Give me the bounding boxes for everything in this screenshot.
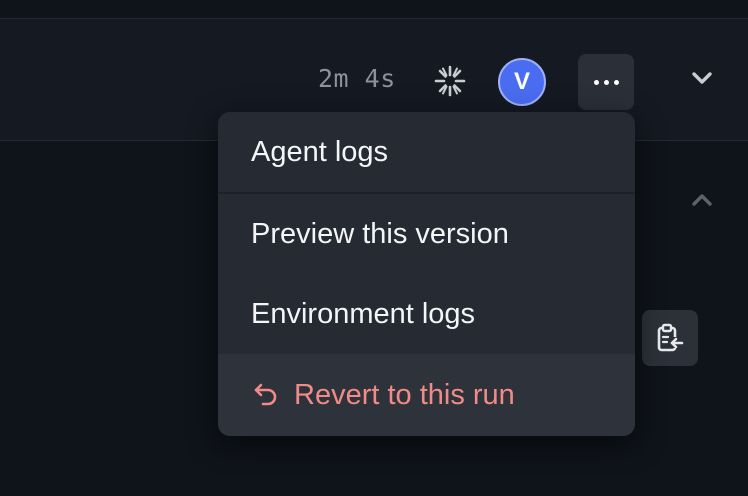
menu-item-agent-logs[interactable]: Agent logs — [218, 112, 635, 192]
menu-item-label: Environment logs — [251, 297, 476, 330]
menu-item-preview-version[interactable]: Preview this version — [218, 194, 635, 274]
run-duration: 2m 4s — [318, 64, 396, 93]
copy-to-clipboard-button[interactable] — [642, 310, 698, 366]
menu-item-environment-logs[interactable]: Environment logs — [218, 274, 635, 354]
more-options-button[interactable] — [578, 54, 634, 110]
undo-icon — [254, 383, 277, 406]
avatar[interactable]: V — [498, 58, 546, 106]
run-options-menu: Agent logs Preview this version Environm… — [218, 112, 635, 436]
chevron-down-icon[interactable] — [691, 71, 713, 85]
loading-spinner-icon — [434, 65, 466, 97]
menu-item-revert-run[interactable]: Revert to this run — [218, 354, 635, 436]
ellipsis-dot — [613, 79, 619, 85]
clipboard-import-icon — [657, 323, 684, 352]
menu-item-label: Agent logs — [251, 135, 389, 168]
menu-item-label: Preview this version — [251, 217, 509, 250]
app-window: 2m 4s V Agent logs Preview this version … — [0, 0, 748, 496]
ellipsis-dot — [603, 79, 609, 85]
avatar-initial: V — [513, 68, 530, 95]
chevron-up-icon[interactable] — [691, 193, 713, 207]
ellipsis-icon — [593, 79, 599, 85]
menu-item-label: Revert to this run — [294, 378, 515, 411]
